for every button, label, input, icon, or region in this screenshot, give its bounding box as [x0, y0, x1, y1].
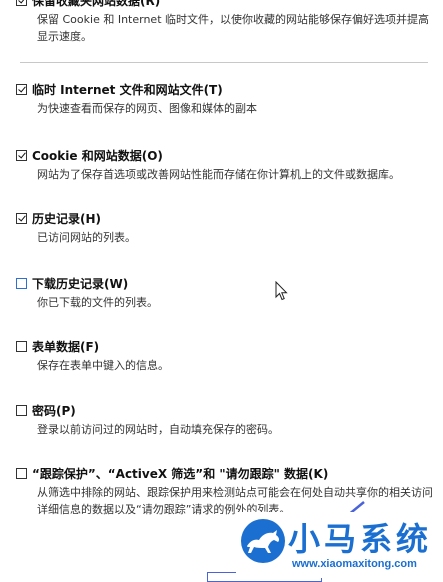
option-description: 保留 Cookie 和 Internet 临时文件，以使你收藏的网站能够保存偏好…	[37, 13, 429, 43]
option-history: 历史记录(H) 已访问网站的列表。	[16, 209, 436, 246]
section-divider	[20, 62, 428, 63]
option-description: 已访问网站的列表。	[37, 231, 136, 244]
checkbox-temp-files[interactable]	[16, 83, 27, 95]
watermark-brand: 小马系统	[288, 520, 433, 558]
mouse-pointer-icon	[275, 281, 288, 301]
option-title: 历史记录(H)	[32, 211, 102, 226]
horse-logo-icon	[241, 519, 285, 563]
option-title: 表单数据(F)	[32, 339, 100, 354]
option-title: 临时 Internet 文件和网站文件(T)	[32, 82, 223, 97]
checkbox-passwords[interactable]	[16, 404, 27, 416]
checkbox-tracking[interactable]	[16, 467, 27, 479]
option-passwords: 密码(P) 登录以前访问过的网站时，自动填充保存的密码。	[16, 401, 436, 438]
watermark-url: www.xiaomaxitong.com	[292, 558, 417, 570]
checkbox-form-data[interactable]	[16, 340, 27, 352]
option-cookies: Cookie 和网站数据(O) 网站为了保存首选项或改善网站性能而存储在你计算机…	[16, 146, 436, 183]
option-download-history: 下载历史记录(W) 你已下载的文件的列表。	[16, 274, 436, 311]
checkbox-history[interactable]	[16, 212, 27, 224]
option-description: 你已下载的文件的列表。	[37, 296, 158, 309]
checkbox-cookies[interactable]	[16, 149, 27, 161]
option-title: 密码(P)	[32, 403, 76, 418]
option-title: Cookie 和网站数据(O)	[32, 148, 163, 163]
checkbox-preserve-favorites[interactable]	[16, 0, 27, 6]
option-title: 保留收藏夹网站数据(R)	[32, 0, 161, 8]
option-description: 网站为了保存首选项或改善网站性能而存储在你计算机上的文件或数据库。	[37, 168, 400, 181]
option-form-data: 表单数据(F) 保存在表单中键入的信息。	[16, 337, 436, 374]
option-title: “跟踪保护”、“ActiveX 筛选”和 "请勿跟踪" 数据(K)	[32, 466, 329, 481]
option-preserve-favorites: 保留收藏夹网站数据(R) 保留 Cookie 和 Internet 临时文件，以…	[16, 0, 436, 45]
option-description: 登录以前访问过的网站时，自动填充保存的密码。	[37, 423, 279, 436]
option-temp-files: 临时 Internet 文件和网站文件(T) 为快速查看而保存的网页、图像和媒体…	[16, 80, 436, 117]
checkbox-download-history[interactable]	[16, 277, 27, 289]
option-title: 下载历史记录(W)	[32, 276, 129, 291]
option-tracking: “跟踪保护”、“ActiveX 筛选”和 "请勿跟踪" 数据(K) 从筛选中排除…	[16, 464, 436, 518]
option-description: 保存在表单中键入的信息。	[37, 359, 169, 372]
watermark-logo: 小马系统 www.xiaomaxitong.com	[236, 512, 443, 578]
option-description: 为快速查看而保存的网页、图像和媒体的副本	[37, 102, 257, 115]
